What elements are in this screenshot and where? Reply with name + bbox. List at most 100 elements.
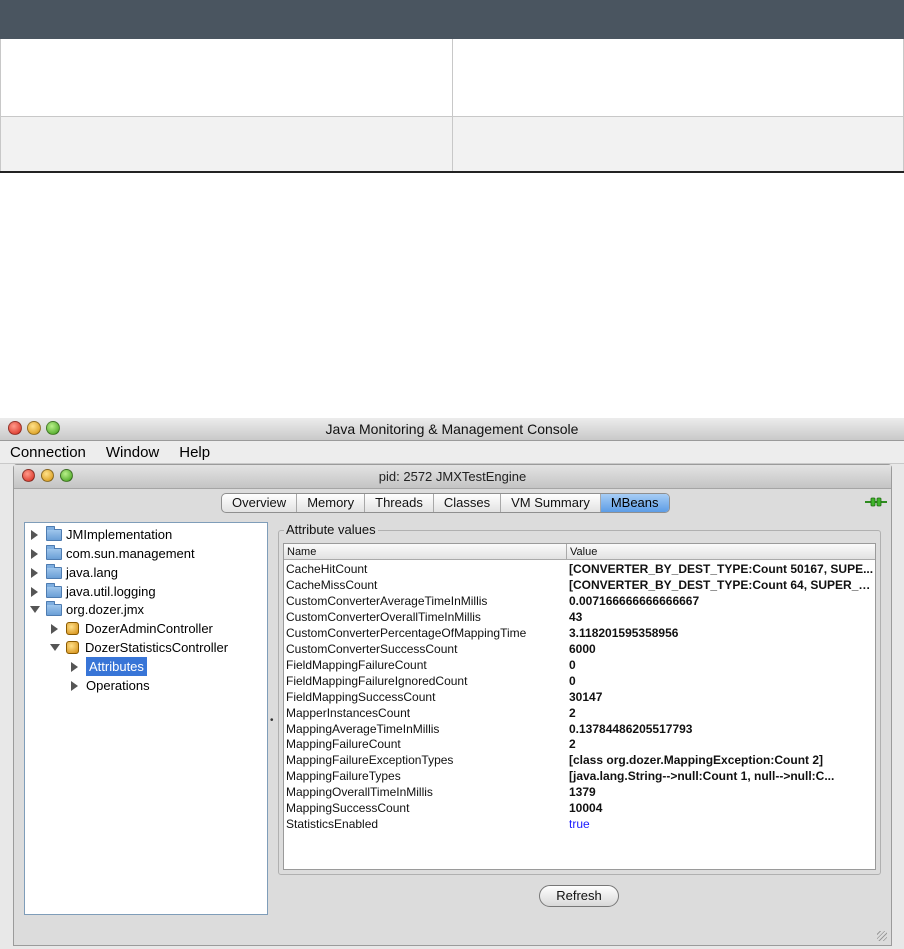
tree-node-label: org.dozer.jmx bbox=[66, 602, 145, 617]
attribute-value: 30147 bbox=[569, 689, 603, 704]
frame-title: pid: 2572 JMXTestEngine bbox=[378, 469, 527, 484]
table-row[interactable]: FieldMappingFailureCount 0 bbox=[284, 657, 875, 673]
mbean-icon bbox=[66, 622, 79, 635]
frame-controls bbox=[22, 469, 73, 482]
expand-icon[interactable] bbox=[31, 548, 38, 559]
collapse-icon[interactable] bbox=[30, 606, 40, 613]
table-row[interactable]: StatisticsEnabled true bbox=[284, 816, 875, 832]
folder-icon bbox=[46, 525, 62, 541]
zoom-icon[interactable] bbox=[46, 421, 60, 435]
table-row[interactable]: MapperInstancesCount 2 bbox=[284, 705, 875, 721]
expand-icon[interactable] bbox=[31, 529, 38, 540]
attribute-value: 2 bbox=[569, 737, 576, 752]
table-row[interactable]: MappingSuccessCount 10004 bbox=[284, 800, 875, 816]
table-row[interactable]: MappingOverallTimeInMillis 1379 bbox=[284, 784, 875, 800]
attribute-table[interactable]: Name Value CacheHitCount [CONVERTER_BY_DE… bbox=[283, 543, 876, 870]
attribute-name: FieldMappingSuccessCount bbox=[286, 689, 436, 704]
attribute-value: 1379 bbox=[569, 785, 596, 800]
tree-node-label: java.lang bbox=[66, 565, 119, 580]
expand-icon[interactable] bbox=[51, 623, 58, 634]
attribute-name: CustomConverterPercentageOfMappingTime bbox=[286, 625, 527, 640]
folder-icon bbox=[46, 563, 62, 579]
resize-grip-icon[interactable] bbox=[877, 931, 887, 941]
table-row[interactable]: CustomConverterPercentageOfMappingTime 3.… bbox=[284, 625, 875, 641]
minimize-icon[interactable] bbox=[27, 421, 41, 435]
attribute-value: [java.lang.String-->null:Count 1, null--… bbox=[569, 769, 835, 784]
tree-node-jmimplementation[interactable]: JMImplementation bbox=[31, 525, 172, 544]
tab-overview[interactable]: Overview bbox=[222, 494, 298, 512]
table-cell bbox=[452, 38, 904, 117]
table-row[interactable]: MappingFailureCount 2 bbox=[284, 736, 875, 752]
table-row[interactable]: CustomConverterSuccessCount 6000 bbox=[284, 641, 875, 657]
attribute-value[interactable]: true bbox=[569, 816, 874, 832]
table-header-cell bbox=[452, 0, 904, 40]
jconsole-window: Java Monitoring & Management Console Con… bbox=[0, 418, 904, 949]
tab-mbeans[interactable]: MBeans bbox=[600, 494, 669, 512]
attribute-value: 43 bbox=[569, 609, 583, 624]
expand-icon[interactable] bbox=[71, 680, 78, 691]
tab-memory[interactable]: Memory bbox=[297, 494, 366, 512]
window-controls bbox=[8, 421, 60, 435]
close-icon[interactable] bbox=[8, 421, 22, 435]
expand-icon[interactable] bbox=[71, 661, 78, 672]
tree-node-java-lang[interactable]: java.lang bbox=[31, 563, 118, 582]
refresh-button[interactable]: Refresh bbox=[539, 885, 619, 907]
table-row[interactable]: CacheMissCount [CONVERTER_BY_DEST_TYPE:Co… bbox=[284, 577, 875, 593]
table-cell bbox=[452, 115, 904, 174]
maximize-icon[interactable] bbox=[60, 469, 73, 482]
column-header-value[interactable]: Value bbox=[567, 544, 875, 560]
attribute-name: MappingFailureTypes bbox=[286, 769, 401, 784]
menu-help[interactable]: Help bbox=[169, 444, 220, 461]
minimize-icon[interactable] bbox=[41, 469, 54, 482]
attribute-value: 0 bbox=[569, 657, 576, 672]
table-row[interactable]: FieldMappingSuccessCount 30147 bbox=[284, 689, 875, 705]
frame-titlebar[interactable]: pid: 2572 JMXTestEngine bbox=[14, 465, 891, 489]
folder-icon bbox=[46, 582, 62, 598]
table-row[interactable]: FieldMappingFailureIgnoredCount 0 bbox=[284, 673, 875, 689]
table-row[interactable]: MappingFailureExceptionTypes [class org.d… bbox=[284, 752, 875, 768]
tree-node-org-dozer-jmx[interactable]: org.dozer.jmx bbox=[30, 600, 144, 619]
table-row[interactable]: MappingAverageTimeInMillis 0.137844862055… bbox=[284, 721, 875, 737]
table-row[interactable]: CacheHitCount [CONVERTER_BY_DEST_TYPE:Cou… bbox=[284, 561, 875, 577]
expand-icon[interactable] bbox=[31, 586, 38, 597]
attribute-value: [class org.dozer.MappingException:Count … bbox=[569, 753, 824, 768]
tree-node-attributes[interactable]: Attributes bbox=[71, 657, 147, 676]
tab-vm-summary[interactable]: VM Summary bbox=[501, 494, 601, 512]
tab-threads[interactable]: Threads bbox=[365, 494, 434, 512]
attribute-name: CustomConverterSuccessCount bbox=[286, 641, 458, 656]
table-cell bbox=[0, 115, 453, 174]
close-icon[interactable] bbox=[22, 469, 35, 482]
collapse-icon[interactable] bbox=[50, 644, 60, 651]
tree-node-label: DozerStatisticsController bbox=[85, 640, 229, 655]
connection-status-icon bbox=[865, 497, 887, 507]
attribute-name: CustomConverterOverallTimeInMillis bbox=[286, 609, 481, 624]
attribute-name: MapperInstancesCount bbox=[286, 705, 411, 720]
tree-node-dozer-admin-controller[interactable]: DozerAdminController bbox=[51, 619, 213, 638]
attribute-name: CacheHitCount bbox=[286, 562, 368, 576]
menu-connection[interactable]: Connection bbox=[0, 444, 96, 461]
tree-node-dozer-statistics-controller[interactable]: DozerStatisticsController bbox=[50, 638, 228, 657]
split-pane-divider[interactable]: • bbox=[270, 715, 274, 726]
table-row[interactable]: CustomConverterOverallTimeInMillis 43 bbox=[284, 609, 875, 625]
tree-node-operations[interactable]: Operations bbox=[71, 676, 150, 695]
tab-classes[interactable]: Classes bbox=[434, 494, 502, 512]
table-row[interactable]: MappingFailureTypes [java.lang.String-->n… bbox=[284, 768, 875, 784]
attribute-value: 6000 bbox=[569, 641, 596, 656]
window-title: Java Monitoring & Management Console bbox=[325, 421, 579, 437]
tree-node-java-util-logging[interactable]: java.util.logging bbox=[31, 582, 156, 601]
expand-icon[interactable] bbox=[31, 567, 38, 578]
menu-window[interactable]: Window bbox=[96, 444, 169, 461]
attribute-value: [CONVERTER_BY_DEST_TYPE:Count 50167, SUP… bbox=[569, 562, 874, 576]
table-header-row bbox=[0, 0, 904, 40]
tree-node-label: Attributes bbox=[86, 657, 147, 676]
window-titlebar[interactable]: Java Monitoring & Management Console bbox=[0, 418, 904, 441]
folder-icon bbox=[46, 600, 62, 616]
mbean-tree[interactable]: JMImplementation com.sun.management java… bbox=[24, 522, 268, 915]
attribute-name: MappingAverageTimeInMillis bbox=[286, 721, 440, 736]
attribute-name: MappingSuccessCount bbox=[286, 801, 410, 816]
attribute-name: CacheMissCount bbox=[286, 577, 378, 592]
table-row[interactable]: CustomConverterAverageTimeInMillis 0.0071… bbox=[284, 593, 875, 609]
tree-node-label: com.sun.management bbox=[66, 546, 195, 561]
tree-node-com-sun-management[interactable]: com.sun.management bbox=[31, 544, 195, 563]
column-header-name[interactable]: Name bbox=[284, 544, 567, 560]
